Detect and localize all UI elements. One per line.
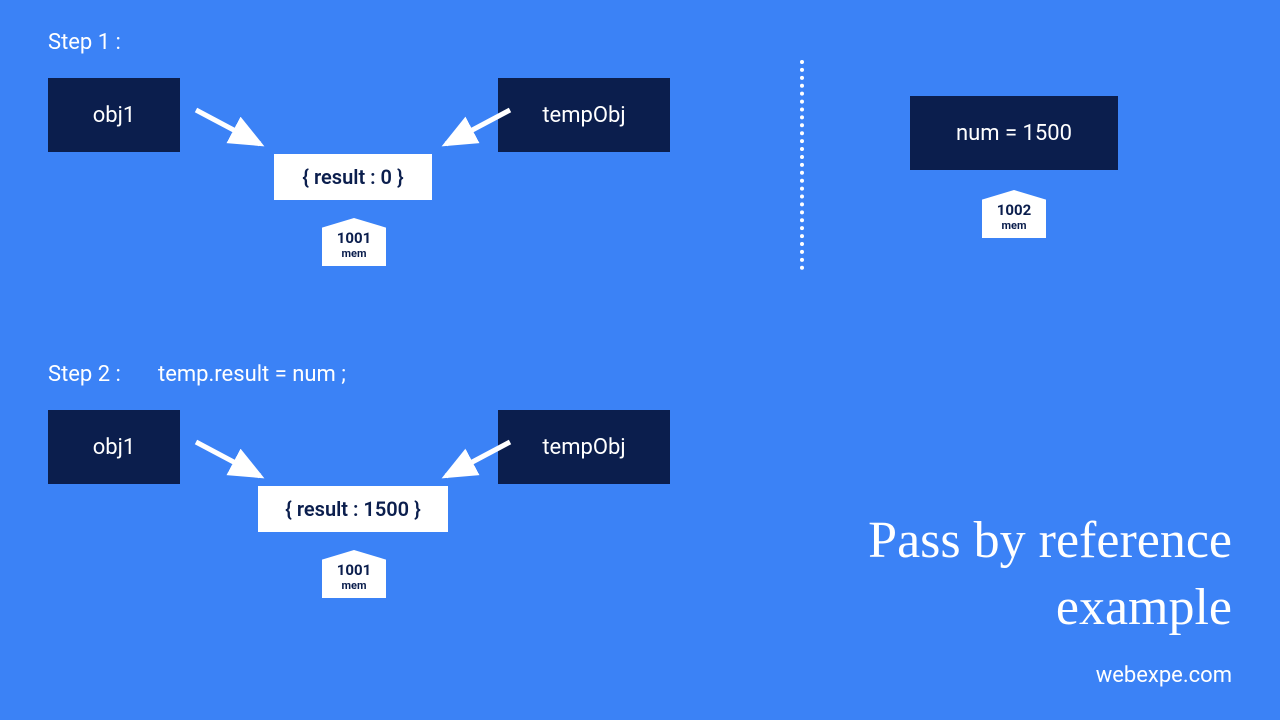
num-box: num = 1500 — [910, 96, 1118, 170]
step2-label: Step 2 : — [48, 362, 121, 387]
step1-label: Step 1 : — [48, 30, 121, 55]
title-line2: example — [868, 574, 1232, 642]
step2-result-box: { result : 1500 } — [258, 486, 448, 532]
step2-tempobj-box: tempObj — [498, 410, 670, 484]
mem-addr: 1001 — [337, 563, 371, 578]
diagram-title: Pass by reference example — [868, 507, 1232, 642]
step2-code: temp.result = num ; — [158, 362, 346, 387]
step1-result-box: { result : 0 } — [274, 154, 432, 200]
step2-mem-1001: 1001 mem — [322, 550, 386, 598]
step2-obj1-box: obj1 — [48, 410, 180, 484]
step1-mem-1001: 1001 mem — [322, 218, 386, 266]
mem-label: mem — [342, 248, 367, 259]
mem-label: mem — [1002, 220, 1027, 231]
step1-mem-1002: 1002 mem — [982, 190, 1046, 238]
mem-addr: 1002 — [997, 203, 1031, 218]
title-line1: Pass by reference — [868, 507, 1232, 575]
arrow-tempobj-to-result — [428, 100, 518, 160]
arrow-obj1-to-result-2 — [188, 432, 278, 492]
arrow-tempobj-to-result-2 — [428, 432, 518, 492]
site-credit: webexpe.com — [1096, 663, 1232, 688]
mem-label: mem — [342, 580, 367, 591]
arrow-obj1-to-result — [188, 100, 278, 160]
step1-obj1-box: obj1 — [48, 78, 180, 152]
step1-tempobj-box: tempObj — [498, 78, 670, 152]
divider — [800, 60, 804, 270]
mem-addr: 1001 — [337, 231, 371, 246]
